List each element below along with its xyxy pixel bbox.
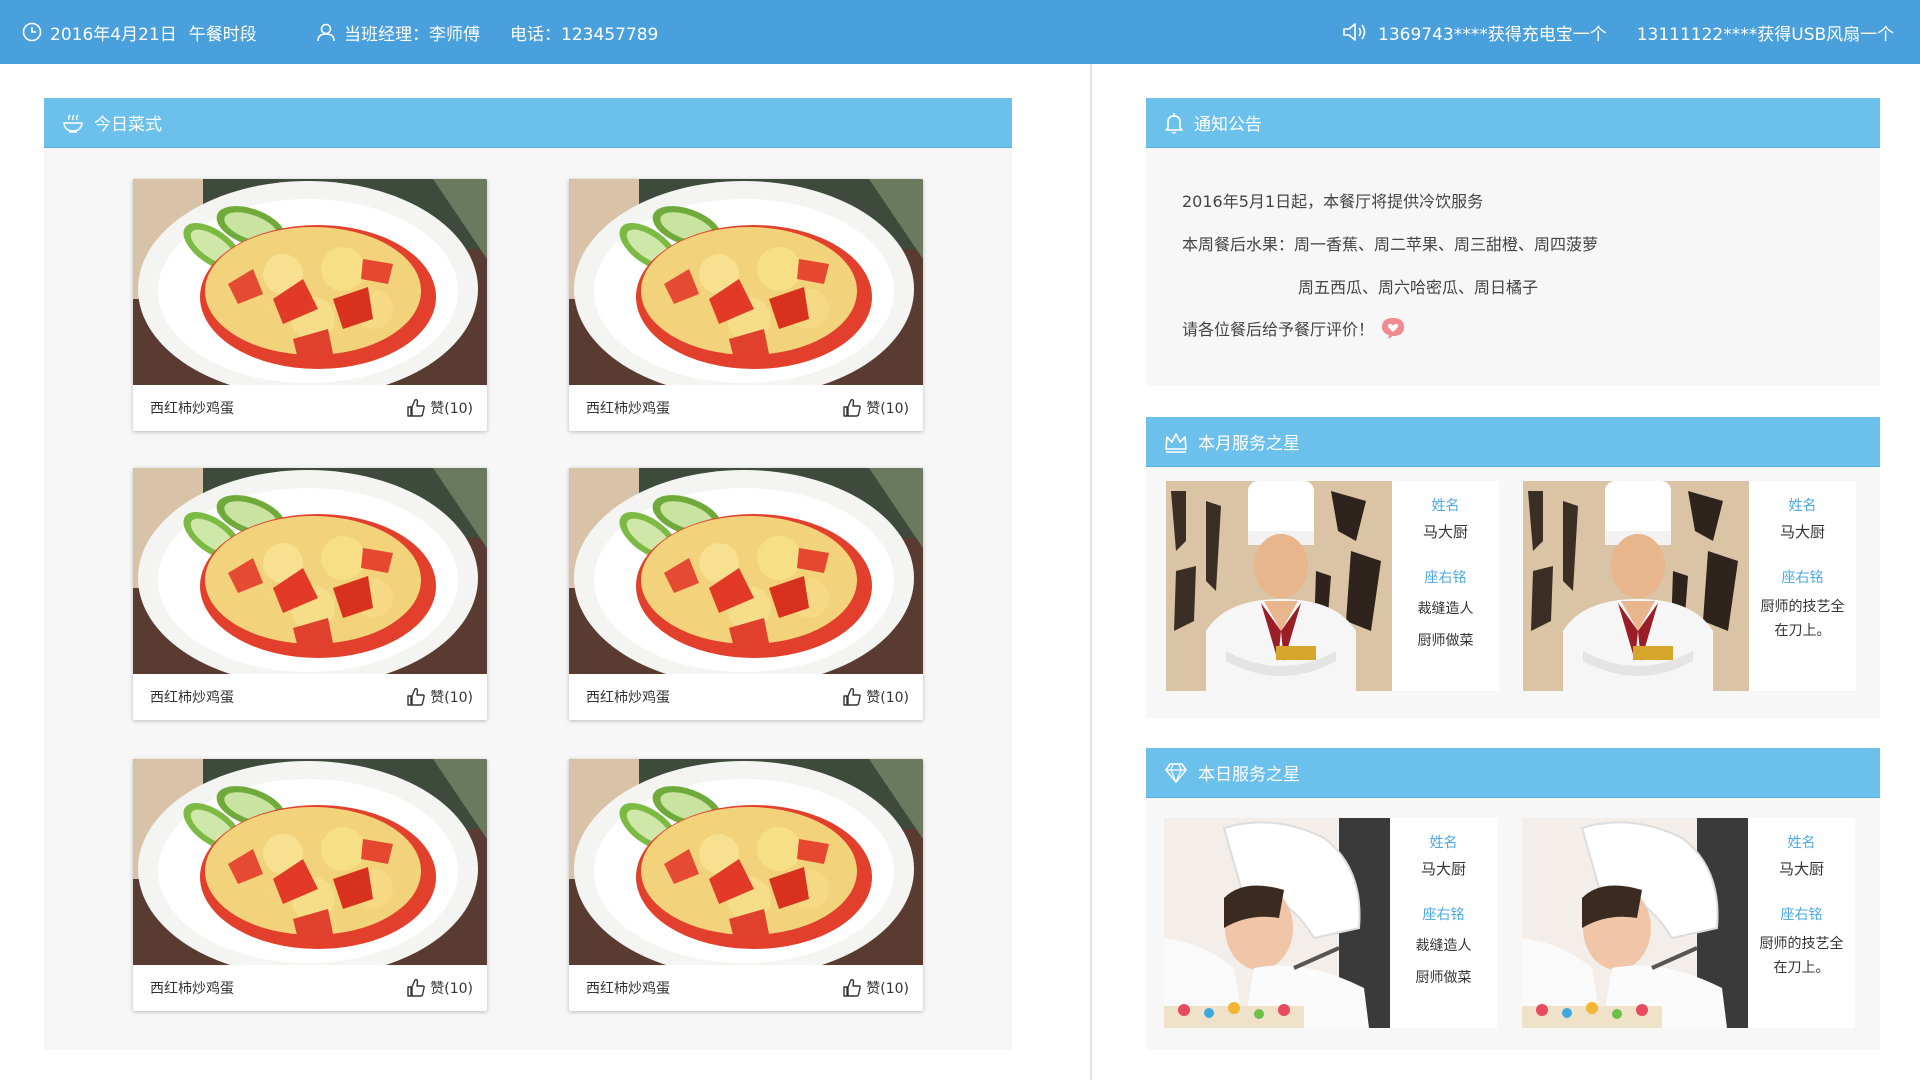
like-count: 赞(10)	[430, 690, 473, 706]
dish-photo	[133, 179, 487, 385]
staff-card[interactable]: 姓名 马大厨 座右铭 厨师的技艺全在刀上。	[1522, 818, 1855, 1028]
dish-name: 西红柿炒鸡蛋	[586, 401, 670, 417]
dish-name: 西红柿炒鸡蛋	[150, 690, 234, 706]
chef-photo	[1164, 818, 1390, 1028]
staff-card[interactable]: 姓名 马大厨 座右铭 裁缝造人 厨师做菜	[1166, 481, 1499, 691]
dish-photo	[133, 468, 487, 674]
user-icon	[317, 23, 335, 42]
phone-text: 电话：123457789	[510, 24, 659, 45]
month-star-title: 本月服务之星	[1198, 434, 1300, 454]
staff-motto: 裁缝造人 厨师做菜	[1415, 938, 1472, 986]
speaker-icon	[1343, 23, 1366, 41]
thumbs-up-icon	[842, 687, 862, 707]
phone-display: 电话：123457789	[510, 0, 658, 64]
notice-line-text: 请各位餐后给予餐厅评价！	[1182, 320, 1375, 339]
bowl-icon	[62, 112, 84, 134]
menu-panel-title: 今日菜式	[94, 115, 162, 135]
prize-text-1: 1369743****获得充电宝一个	[1378, 24, 1607, 45]
motto-label: 座右铭	[1781, 570, 1824, 586]
like-button[interactable]: 赞(10)	[406, 978, 473, 998]
staff-card[interactable]: 姓名 马大厨 座右铭 裁缝造人 厨师做菜	[1164, 818, 1497, 1028]
thumbs-up-icon	[406, 978, 426, 998]
diamond-icon	[1164, 762, 1188, 784]
like-button[interactable]: 赞(10)	[406, 687, 473, 707]
motto-label: 座右铭	[1422, 907, 1465, 923]
like-count: 赞(10)	[430, 981, 473, 997]
staff-motto: 厨师的技艺全在刀上。	[1760, 599, 1845, 639]
meal-period-text: 午餐时段	[188, 24, 257, 45]
motto-label: 座右铭	[1780, 907, 1823, 923]
like-count: 赞(10)	[866, 690, 909, 706]
dish-name: 西红柿炒鸡蛋	[586, 690, 670, 706]
staff-name: 马大厨	[1779, 523, 1825, 541]
staff-name: 马大厨	[1420, 860, 1466, 878]
motto-label: 座右铭	[1424, 570, 1467, 586]
notice-line: 周五西瓜、周六哈密瓜、周日橘子	[1298, 278, 1539, 297]
dish-photo	[133, 759, 487, 965]
like-count: 赞(10)	[866, 401, 909, 417]
notice-line: 本周餐后水果：周一香蕉、周二苹果、周三甜橙、周四菠萝	[1182, 235, 1599, 254]
prize-text-2: 13111122****获得USB风扇一个	[1636, 24, 1895, 45]
dish-card[interactable]: 西红柿炒鸡蛋 赞(10)	[133, 759, 487, 1011]
thumbs-up-icon	[406, 398, 426, 418]
notice-panel: 通知公告 2016年5月1日起，本餐厅将提供冷饮服务 本周餐后水果：周一香蕉、周…	[1146, 98, 1880, 386]
manager-display: 当班经理：李师傅	[316, 0, 480, 64]
dish-photo	[569, 759, 923, 965]
day-star-header: 本日服务之星	[1146, 748, 1880, 798]
date-display: 2016年4月21日 午餐时段	[22, 0, 257, 64]
like-button[interactable]: 赞(10)	[842, 978, 909, 998]
date-text: 2016年4月21日	[50, 24, 177, 45]
chef-photo	[1522, 818, 1748, 1028]
staff-name: 马大厨	[1422, 523, 1468, 541]
notice-panel-title: 通知公告	[1194, 115, 1262, 135]
like-button[interactable]: 赞(10)	[406, 398, 473, 418]
dish-name: 西红柿炒鸡蛋	[150, 401, 234, 417]
crown-icon	[1164, 431, 1188, 453]
thumbs-up-icon	[406, 687, 426, 707]
chef-photo	[1523, 481, 1749, 691]
thumbs-up-icon	[842, 978, 862, 998]
name-label: 姓名	[1788, 498, 1817, 514]
dish-name: 西红柿炒鸡蛋	[586, 981, 670, 997]
staff-card[interactable]: 姓名 马大厨 座右铭 厨师的技艺全在刀上。	[1523, 481, 1856, 691]
dish-card[interactable]: 西红柿炒鸡蛋 赞(10)	[133, 179, 487, 431]
staff-motto: 裁缝造人 厨师做菜	[1417, 601, 1474, 649]
like-count: 赞(10)	[430, 401, 473, 417]
dish-photo	[569, 179, 923, 385]
menu-panel: 今日菜式 西红柿炒鸡蛋 赞(10) 西红柿炒鸡蛋 赞(10) 西红柿炒鸡蛋 赞(…	[44, 98, 1012, 1050]
like-count: 赞(10)	[866, 981, 909, 997]
notice-line: 2016年5月1日起，本餐厅将提供冷饮服务	[1182, 192, 1484, 211]
prize-ticker: 1369743****获得充电宝一个 13111122****获得USB风扇一个	[1342, 0, 1894, 64]
thumbs-up-icon	[842, 398, 862, 418]
dish-photo	[569, 468, 923, 674]
top-bar: 2016年4月21日 午餐时段 当班经理：李师傅 电话：123457789 13…	[0, 0, 1920, 64]
name-label: 姓名	[1429, 835, 1458, 851]
bell-icon	[1164, 112, 1184, 134]
day-star-panel: 本日服务之星 姓名 马大厨 座右铭 裁缝造人 厨师做菜 姓名 马大厨 座右铭 厨…	[1146, 748, 1880, 1050]
like-button[interactable]: 赞(10)	[842, 687, 909, 707]
clock-icon	[22, 22, 42, 42]
dish-name: 西红柿炒鸡蛋	[150, 981, 234, 997]
chef-photo	[1166, 481, 1392, 691]
notice-panel-header: 通知公告	[1146, 98, 1880, 148]
staff-name: 马大厨	[1778, 860, 1824, 878]
like-button[interactable]: 赞(10)	[842, 398, 909, 418]
menu-panel-header: 今日菜式	[44, 98, 1012, 148]
month-star-panel: 本月服务之星 姓名 马大厨 座右铭 裁缝造人 厨师做菜 姓名 马大厨 座右铭 厨…	[1146, 417, 1880, 718]
notice-line: 请各位餐后给予餐厅评价！	[1182, 316, 1406, 340]
dish-card[interactable]: 西红柿炒鸡蛋 赞(10)	[569, 179, 923, 431]
heart-bubble-icon	[1382, 318, 1405, 339]
manager-text: 当班经理：李师傅	[344, 24, 480, 45]
staff-motto: 厨师的技艺全在刀上。	[1759, 936, 1844, 976]
column-divider	[1090, 64, 1092, 1080]
dish-card[interactable]: 西红柿炒鸡蛋 赞(10)	[569, 759, 923, 1011]
name-label: 姓名	[1431, 498, 1460, 514]
dish-card[interactable]: 西红柿炒鸡蛋 赞(10)	[133, 468, 487, 720]
day-star-title: 本日服务之星	[1198, 765, 1300, 785]
dish-card[interactable]: 西红柿炒鸡蛋 赞(10)	[569, 468, 923, 720]
name-label: 姓名	[1787, 835, 1816, 851]
month-star-header: 本月服务之星	[1146, 417, 1880, 467]
